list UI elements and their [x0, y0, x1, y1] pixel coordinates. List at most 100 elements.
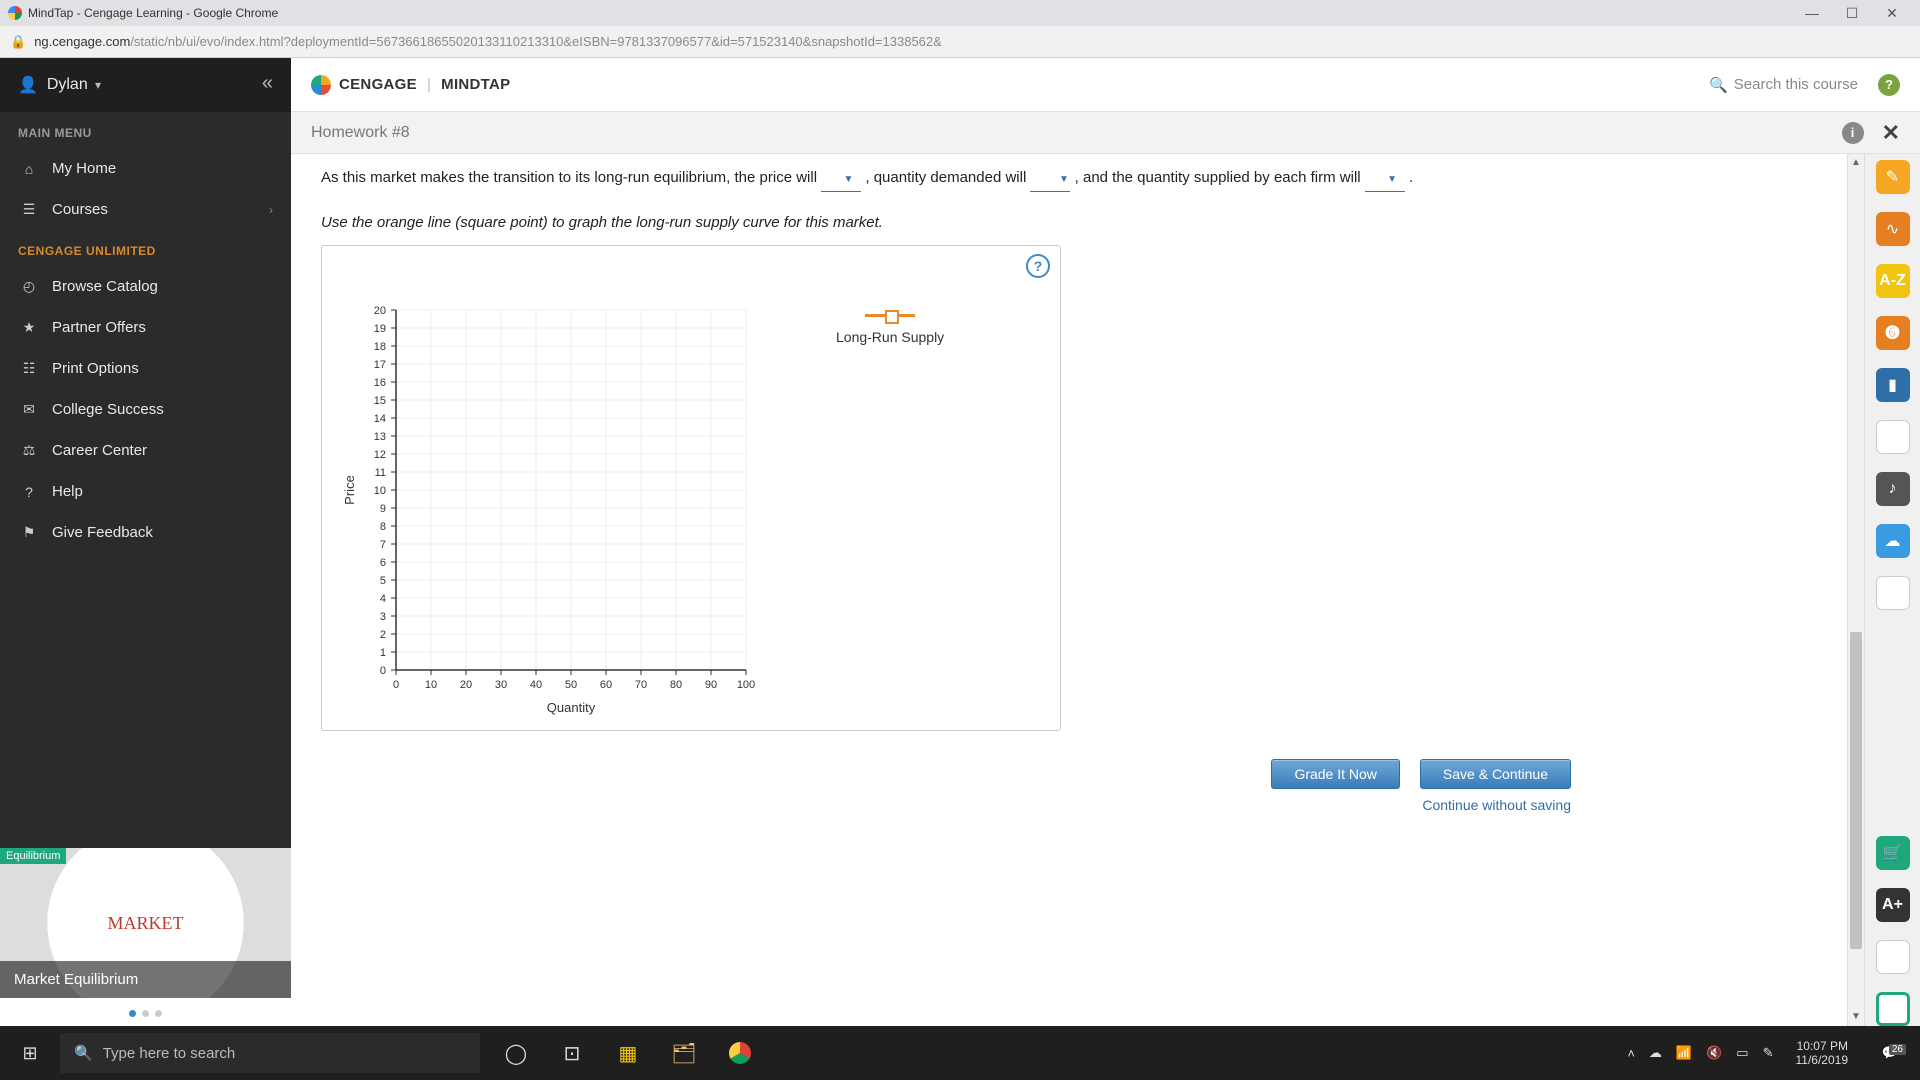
scroll-up-arrow-icon[interactable]: ▲	[1848, 154, 1864, 172]
legend-marker-icon	[865, 310, 915, 320]
glossary-icon[interactable]: A-Z	[1876, 264, 1910, 298]
scroll-down-arrow-icon[interactable]: ▼	[1848, 1008, 1864, 1026]
window-minimize[interactable]: —	[1792, 5, 1832, 21]
continue-without-saving-link[interactable]: Continue without saving	[1422, 797, 1571, 813]
window-close[interactable]: ✕	[1872, 5, 1912, 22]
right-toolbar: ✎ ∿ A-Z ➏ ▮ ✎ ♪ ☁ △ 🛒 A+ ≡	[1864, 154, 1920, 1026]
study-tool-icon[interactable]: ➏	[1876, 316, 1910, 350]
help-icon: ?	[18, 484, 40, 500]
window-title: MindTap - Cengage Learning - Google Chro…	[28, 6, 278, 20]
action-center-icon[interactable]: 💬26	[1870, 1045, 1910, 1061]
sidebar-item-help[interactable]: ?Help	[0, 471, 291, 512]
sidebar-item-print-options[interactable]: ☷ Print Options	[0, 348, 291, 389]
svg-text:7: 7	[380, 539, 386, 551]
courses-icon: ☰	[18, 201, 40, 218]
highlighter-tool-icon[interactable]: ✎	[1876, 160, 1910, 194]
sidebar-item-label: College Success	[52, 401, 164, 418]
svg-text:100: 100	[737, 679, 755, 691]
feedback-icon: ⚑	[18, 524, 40, 541]
progress-ring-icon[interactable]	[1876, 992, 1910, 1026]
file-explorer-icon[interactable]: 🗂	[658, 1026, 710, 1080]
svg-text:18: 18	[374, 341, 386, 353]
taskbar-app-1[interactable]: ▦	[602, 1026, 654, 1080]
rss-icon[interactable]: ∿	[1876, 212, 1910, 246]
sidebar-item-college-success[interactable]: ✉ College Success	[0, 389, 291, 430]
start-button[interactable]: ⊞	[0, 1043, 60, 1064]
question-sentence: As this market makes the transition to i…	[321, 164, 1817, 192]
list-icon[interactable]: ≡	[1876, 940, 1910, 974]
scroll-thumb[interactable]	[1850, 632, 1862, 950]
svg-text:50: 50	[565, 679, 577, 691]
sidebar-item-browse-catalog[interactable]: ◴Browse Catalog	[0, 266, 291, 307]
window-maximize[interactable]: ☐	[1832, 5, 1872, 22]
svg-text:70: 70	[635, 679, 647, 691]
sidebar-username: Dylan	[47, 76, 101, 94]
sidebar-item-career-center[interactable]: ⚖Career Center	[0, 430, 291, 471]
cengage-logo-icon	[311, 75, 331, 95]
tray-chevron-icon[interactable]: ˄	[1627, 1046, 1635, 1061]
sidebar-collapse-icon[interactable]: «	[262, 72, 273, 95]
tray-volume-icon[interactable]: 🔇	[1706, 1045, 1722, 1061]
svg-text:10: 10	[425, 679, 437, 691]
sidebar-promo[interactable]: Equilibrium MARKET Market Equilibrium	[0, 848, 291, 998]
audio-icon[interactable]: ♪	[1876, 472, 1910, 506]
dropdown-price[interactable]	[821, 164, 861, 192]
sidebar-item-courses[interactable]: ☰ Courses ›	[0, 189, 291, 230]
svg-text:1: 1	[380, 647, 386, 659]
header-help-button[interactable]: ?	[1878, 74, 1900, 96]
tray-onedrive-icon[interactable]: ☁	[1649, 1045, 1662, 1061]
promo-title: Market Equilibrium	[0, 961, 291, 998]
taskbar-clock[interactable]: 10:07 PM 11/6/2019	[1788, 1039, 1857, 1068]
svg-text:13: 13	[374, 431, 386, 443]
svg-text:19: 19	[374, 323, 386, 335]
print-icon: ☷	[18, 360, 40, 377]
content-scrollbar[interactable]: ▲ ▼	[1847, 154, 1864, 1026]
grade-icon[interactable]: A+	[1876, 888, 1910, 922]
graph-plot[interactable]: 0102030405060708090100012345678910111213…	[336, 300, 766, 710]
graph-help-button[interactable]: ?	[1026, 254, 1050, 278]
cortana-icon[interactable]: ◯	[490, 1026, 542, 1080]
promo-pagination[interactable]	[0, 998, 291, 1026]
chrome-addressbar[interactable]: 🔒 ng.cengage.com/static/nb/ui/evo/index.…	[0, 26, 1920, 58]
dropdown-quantity-supplied[interactable]	[1365, 164, 1405, 192]
tray-wifi-icon[interactable]: 📶	[1676, 1045, 1692, 1061]
svg-text:15: 15	[374, 395, 386, 407]
search-placeholder: Search this course	[1734, 76, 1858, 93]
notes-icon[interactable]: ✎	[1876, 420, 1910, 454]
legend-label: Long-Run Supply	[836, 329, 944, 345]
grade-it-now-button[interactable]: Grade It Now	[1271, 759, 1399, 789]
course-search[interactable]: 🔍 Search this course	[1709, 76, 1858, 94]
assignment-titlebar: Homework #8 i ✕	[291, 112, 1920, 154]
tray-battery-icon[interactable]: ▭	[1736, 1045, 1748, 1061]
sidebar-item-label: Browse Catalog	[52, 278, 158, 295]
sidebar-item-partner-offers[interactable]: ★Partner Offers	[0, 307, 291, 348]
sidebar-item-give-feedback[interactable]: ⚑Give Feedback	[0, 512, 291, 553]
dropdown-quantity-demanded[interactable]	[1030, 164, 1070, 192]
svg-text:80: 80	[670, 679, 682, 691]
tray-input-icon[interactable]: ✎	[1763, 1045, 1774, 1061]
sidebar-item-home[interactable]: ⌂ My Home	[0, 148, 291, 189]
google-drive-icon[interactable]: △	[1876, 576, 1910, 610]
task-view-icon[interactable]: ⊡	[546, 1026, 598, 1080]
sidebar-user[interactable]: 👤 Dylan «	[0, 58, 291, 112]
svg-text:4: 4	[380, 593, 386, 605]
sidebar-item-label: Print Options	[52, 360, 139, 377]
svg-text:Price: Price	[342, 475, 357, 505]
svg-text:40: 40	[530, 679, 542, 691]
promo-tag: Equilibrium	[0, 848, 66, 864]
chevron-right-icon: ›	[269, 203, 273, 217]
svg-text:14: 14	[374, 413, 386, 425]
chrome-taskbar-icon[interactable]	[714, 1026, 766, 1080]
taskbar-search[interactable]: 🔍 Type here to search	[60, 1033, 480, 1073]
cart-icon[interactable]: 🛒	[1876, 836, 1910, 870]
cloud-icon[interactable]: ☁	[1876, 524, 1910, 558]
lock-icon: 🔒	[10, 34, 26, 50]
sidebar-section-main: MAIN MENU	[0, 112, 291, 148]
save-continue-button[interactable]: Save & Continue	[1420, 759, 1571, 789]
info-button[interactable]: i	[1842, 122, 1864, 144]
close-assignment-button[interactable]: ✕	[1882, 120, 1900, 146]
ebook-icon[interactable]: ▮	[1876, 368, 1910, 402]
graph-legend[interactable]: Long-Run Supply	[836, 310, 944, 345]
graph-instruction: Use the orange line (square point) to gr…	[321, 214, 1817, 231]
grad-cap-icon: ✉	[18, 401, 40, 418]
